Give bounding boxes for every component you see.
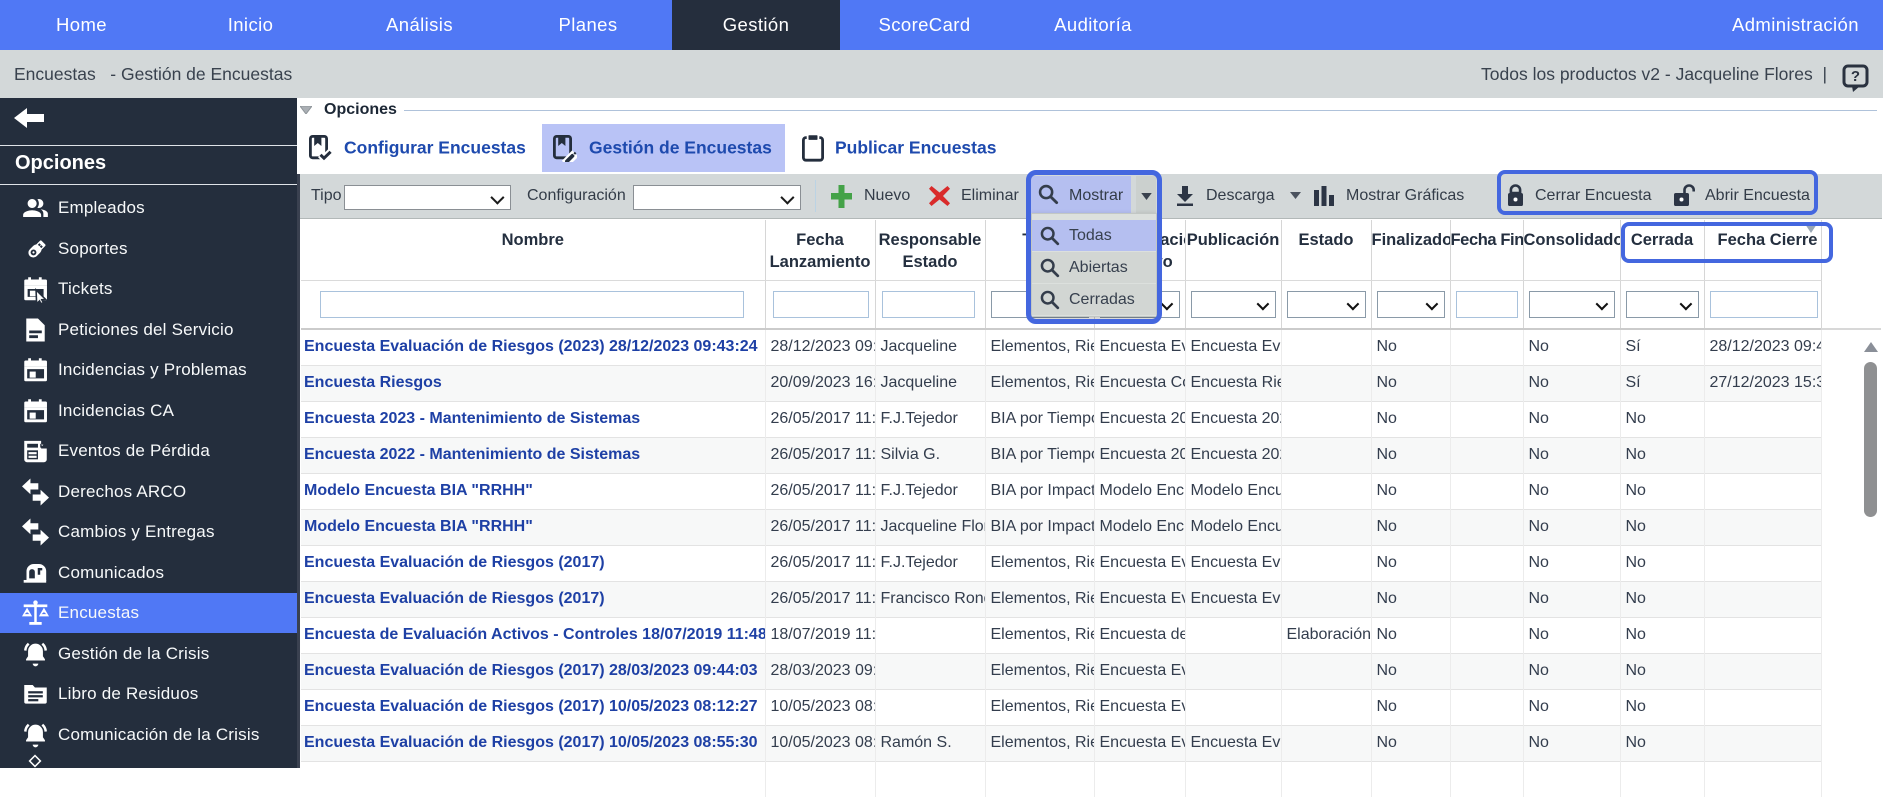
svg-text:?: ? (1851, 68, 1860, 85)
